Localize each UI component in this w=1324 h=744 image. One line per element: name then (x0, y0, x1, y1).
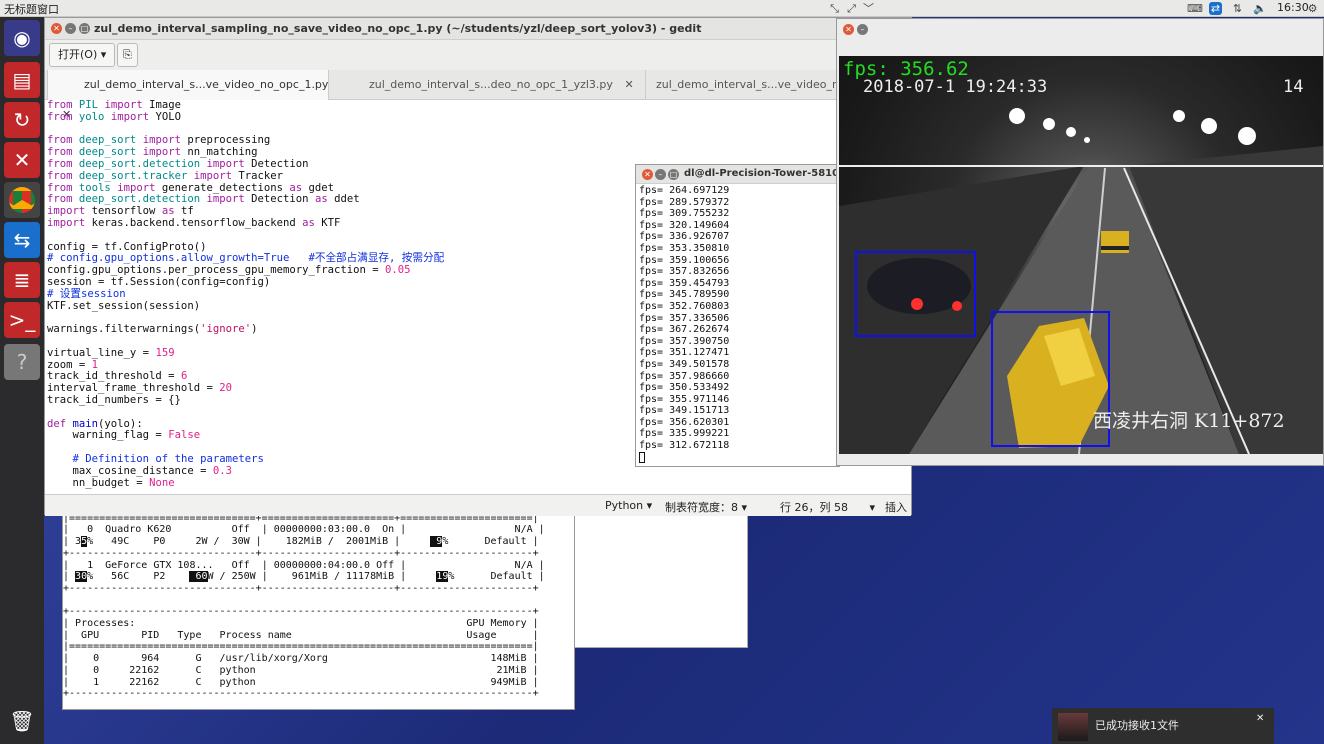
location-overlay: 西凌井右洞 K11+872 (1093, 410, 1285, 432)
tab-file-2[interactable]: zul_demo_interval_s...deo_no_opc_1_yzl3.… (363, 70, 645, 100)
terminal-cursor (639, 451, 645, 463)
fps-line: fps= 345.789590 (639, 289, 730, 301)
fps-line: fps= 351.127471 (639, 347, 730, 359)
keyboard-icon[interactable]: ⌨ (1187, 2, 1203, 15)
fps-line: fps= 289.579372 (639, 196, 730, 208)
tab-file-1[interactable]: zul_demo_interval_s...ve_video_no_opc_1.… (47, 70, 329, 121)
teamviewer-icon[interactable]: ⇆ (4, 222, 40, 258)
video-frame: fps: 356.62 2018-07-1 19:24:33 14 西凌井右洞 … (839, 56, 1323, 454)
ubuntu-dash-icon[interactable]: ◉ (4, 20, 40, 56)
fps-line: fps= 320.149604 (639, 219, 730, 231)
cursor-position-selector[interactable]: 行 26，列 58 ▾ (780, 499, 875, 515)
tab-width-label: 制表符宽度：8 (665, 501, 738, 514)
clock[interactable]: 16:30 (1277, 1, 1309, 14)
close-icon[interactable]: ✕ (843, 24, 854, 35)
vehicle-bounding-box-car (855, 251, 976, 337)
fps-line: fps= 355.971146 (639, 393, 730, 405)
fps-line: fps= 359.100656 (639, 254, 730, 266)
restore-icon[interactable]: ⤡ (828, 2, 841, 15)
usage-label: Usage (466, 629, 497, 641)
files-icon[interactable]: ▤ (4, 62, 40, 98)
fps-line: fps= 352.760803 (639, 300, 730, 312)
notification-thumbnail (1058, 713, 1088, 741)
launcher: ◉ ▤ ↻ ✕ ⇆ ≣ >_ ? 🗑 (0, 17, 44, 744)
minimize-icon[interactable]: – (655, 169, 666, 180)
unknown-app-icon[interactable]: ? (4, 344, 40, 380)
status-bar: Python ▾ 制表符宽度：8 ▾ 行 26，列 58 ▾ 插入 (45, 494, 911, 516)
gpu0-name: Quadro K620 (105, 524, 172, 536)
terminal-icon[interactable]: >_ (4, 302, 40, 338)
close-icon[interactable]: ✕ (642, 169, 653, 180)
close-tab-icon[interactable]: ✕ (624, 78, 633, 91)
tab-bar: zul_demo_interval_s...ve_video_no_opc_1.… (45, 70, 911, 121)
fps-line: fps= 312.672118 (639, 440, 730, 452)
vehicle-count-overlay: 14 (1283, 77, 1304, 97)
fps-line: fps= 349.151713 (639, 405, 730, 417)
text-editor-icon[interactable]: ≣ (4, 262, 40, 298)
teamviewer-tray-icon[interactable]: ⇄ (1209, 2, 1222, 15)
fps-terminal[interactable]: ✕ – □ dl@dl-Precision-Tower-5810: ~ fps=… (635, 164, 855, 467)
video-window[interactable]: ✕ – fps: 356.62 2018-07-1 19:24:33 14 西凌… (836, 18, 1324, 466)
insert-mode[interactable]: 插入 (885, 499, 907, 515)
new-document-button[interactable]: ⎘ (117, 43, 138, 67)
close-icon[interactable]: ✕ (1256, 713, 1264, 724)
gear-icon[interactable]: ⚙ (1306, 2, 1319, 15)
fps-line: fps= 349.501578 (639, 358, 730, 370)
new-document-icon: ⎘ (123, 48, 132, 61)
gedit-titlebar[interactable]: ✕ – □ zul_demo_interval_sampling_no_save… (45, 18, 911, 40)
fps-line: fps= 309.755232 (639, 208, 730, 220)
fps-output: fps= 264.697129 fps= 289.579372 fps= 309.7… (639, 185, 729, 463)
gedit-title: zul_demo_interval_sampling_no_save_video… (94, 22, 702, 35)
nvidia-smi-output: | Fan Temp Perf Pwr:Usage/Cap| Memory-Us… (63, 501, 545, 700)
maximize-icon[interactable]: □ (79, 23, 90, 34)
fps-line: fps= 356.620301 (639, 416, 730, 428)
fps-line: fps= 264.697129 (639, 185, 730, 196)
terminal-background-window (574, 500, 748, 648)
cursor-position-label: 行 26，列 58 (780, 501, 848, 514)
gpu-memory-label: GPU Memory (466, 618, 527, 630)
network-icon[interactable]: ⇅ (1231, 2, 1244, 15)
update-icon[interactable]: ↻ (4, 102, 40, 138)
notification-text: 已成功接收1文件 (1095, 719, 1179, 732)
gpu1-name: GeForce GTX 108... (105, 559, 214, 571)
close-icon[interactable]: ✕ (51, 23, 62, 34)
tab-label: zul_demo_interval_s...deo_no_opc_1_yzl3.… (369, 78, 613, 91)
open-button-label: 打开(O) (58, 48, 98, 61)
gedit-toolbar: 打开(O) ▾ ⎘ (45, 40, 911, 70)
fps-terminal-title: dl@dl-Precision-Tower-5810: ~ (684, 168, 855, 179)
volume-icon[interactable]: 🔈 (1253, 2, 1267, 15)
maximize-icon[interactable]: □ (668, 169, 679, 180)
language-label: Python (605, 499, 644, 512)
top-panel: 无标题窗口 ⤡ ⤢ ﹀ ⌨ ⇄ ⇅ 🔈 16:30 ⚙ (0, 0, 1324, 17)
fps-terminal-titlebar[interactable]: ✕ – □ dl@dl-Precision-Tower-5810: ~ (636, 165, 855, 184)
tab-width-selector[interactable]: 制表符宽度：8 ▾ (665, 499, 747, 515)
processes-label: Processes: (75, 618, 136, 630)
code-editor[interactable]: from PIL import Image from yolo import Y… (47, 99, 647, 489)
system-tools-icon[interactable]: ✕ (4, 142, 40, 178)
notification-popup[interactable]: 已成功接收1文件 ✕ (1052, 708, 1274, 744)
tab-label: zul_demo_interval_s...ve_video_no_opc_1.… (84, 78, 329, 91)
chrome-icon[interactable] (4, 182, 40, 218)
minimize-icon[interactable]: – (857, 24, 868, 35)
virtual-line (839, 165, 1323, 167)
minimize-icon[interactable]: – (65, 23, 76, 34)
open-button[interactable]: 打开(O) ▾ (49, 43, 116, 67)
fps-line: fps= 357.986660 (639, 370, 730, 382)
trash-icon[interactable]: 🗑 (4, 703, 40, 739)
fps-line: fps= 335.999221 (639, 428, 730, 440)
timestamp-overlay: 2018-07-1 19:24:33 (863, 77, 1048, 97)
fps-line: fps= 367.262674 (639, 324, 730, 336)
fps-line: fps= 350.533492 (639, 382, 730, 394)
chevron-down-icon[interactable]: ﹀ (862, 2, 875, 15)
fps-line: fps= 357.832656 (639, 266, 730, 278)
fps-line: fps= 359.454793 (639, 277, 730, 289)
fps-line: fps= 357.336506 (639, 312, 730, 324)
maximize-icon[interactable]: ⤢ (845, 2, 858, 15)
language-selector[interactable]: Python ▾ (605, 499, 652, 512)
window-title: 无标题窗口 (4, 3, 59, 16)
nvidia-smi-terminal[interactable]: | Fan Temp Perf Pwr:Usage/Cap| Memory-Us… (62, 500, 575, 710)
fps-line: fps= 336.926707 (639, 231, 730, 243)
fps-line: fps= 357.390750 (639, 335, 730, 347)
fps-line: fps= 353.350810 (639, 242, 730, 254)
